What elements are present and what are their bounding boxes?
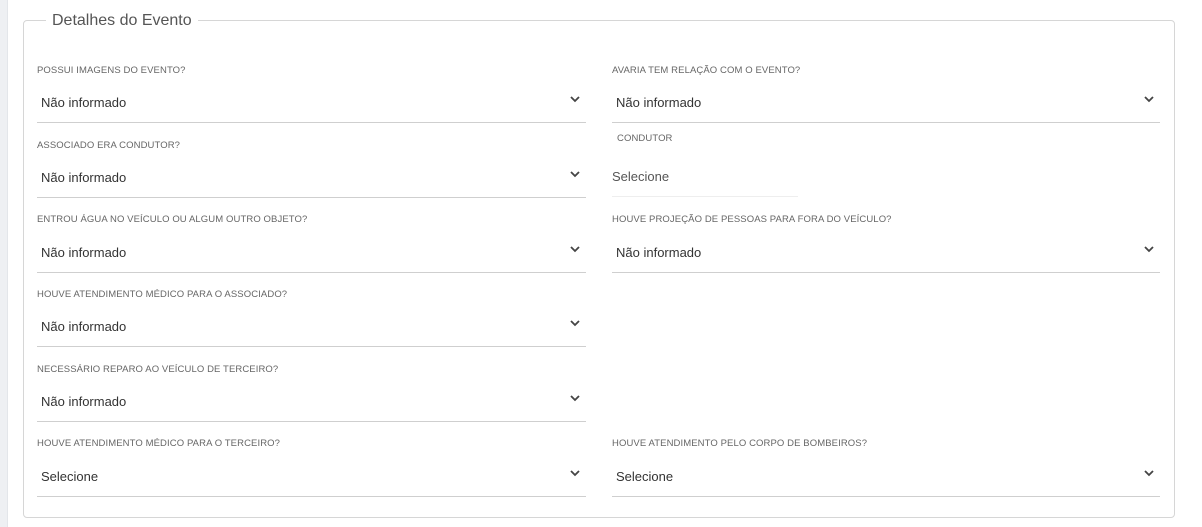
field-label: CONDUTOR xyxy=(617,133,673,144)
chevron-down-icon xyxy=(570,246,580,253)
associado-condutor-select[interactable]: Não informado xyxy=(37,161,586,198)
select-value: Não informado xyxy=(616,95,702,110)
select-value: Selecione xyxy=(616,469,674,484)
field-label: HOUVE PROJEÇÃO DE PESSOAS PARA FORA DO V… xyxy=(612,214,892,225)
chevron-down-icon xyxy=(1144,470,1154,477)
projecao-pessoas-select[interactable]: Não informado xyxy=(612,236,1160,273)
avaria-relacao-select[interactable]: Não informado xyxy=(612,86,1160,123)
chevron-down-icon xyxy=(570,320,580,327)
chevron-down-icon xyxy=(1144,246,1154,253)
chevron-down-icon xyxy=(570,395,580,402)
condutor-select[interactable]: Selecione xyxy=(612,160,798,197)
field-label: NECESSÁRIO REPARO AO VEÍCULO DE TERCEIRO… xyxy=(37,364,279,375)
atendimento-associado-select[interactable]: Não informado xyxy=(37,310,586,347)
select-value: Selecione xyxy=(41,469,99,484)
field-label: HOUVE ATENDIMENTO PELO CORPO DE BOMBEIRO… xyxy=(612,438,868,449)
entrou-agua-select[interactable]: Não informado xyxy=(37,236,586,273)
field-label: HOUVE ATENDIMENTO MÉDICO PARA O ASSOCIAD… xyxy=(37,289,288,300)
chevron-down-icon xyxy=(570,96,580,103)
field-label: POSSUI IMAGENS DO EVENTO? xyxy=(37,65,186,76)
select-value: Não informado xyxy=(41,245,127,260)
section-title: Detalhes do Evento xyxy=(46,10,198,32)
field-label: HOUVE ATENDIMENTO MÉDICO PARA O TERCEIRO… xyxy=(37,438,281,449)
select-value: Não informado xyxy=(41,170,127,185)
select-value: Selecione xyxy=(612,169,670,184)
select-value: Não informado xyxy=(41,319,127,334)
field-label: AVARIA TEM RELAÇÃO COM O EVENTO? xyxy=(612,65,801,76)
select-value: Não informado xyxy=(41,95,127,110)
possui-imagens-select[interactable]: Não informado xyxy=(37,86,586,123)
select-value: Não informado xyxy=(41,394,127,409)
field-label: ASSOCIADO ERA CONDUTOR? xyxy=(37,140,181,151)
select-value: Não informado xyxy=(616,245,702,260)
field-label: ENTROU ÁGUA NO VEÍCULO OU ALGUM OUTRO OB… xyxy=(37,214,308,225)
chevron-down-icon xyxy=(570,171,580,178)
atendimento-terceiro-select[interactable]: Selecione xyxy=(37,460,586,497)
sidebar-edge xyxy=(0,0,8,527)
chevron-down-icon xyxy=(1144,96,1154,103)
reparo-terceiro-select[interactable]: Não informado xyxy=(37,385,586,422)
corpo-bombeiros-select[interactable]: Selecione xyxy=(612,460,1160,497)
chevron-down-icon xyxy=(570,470,580,477)
